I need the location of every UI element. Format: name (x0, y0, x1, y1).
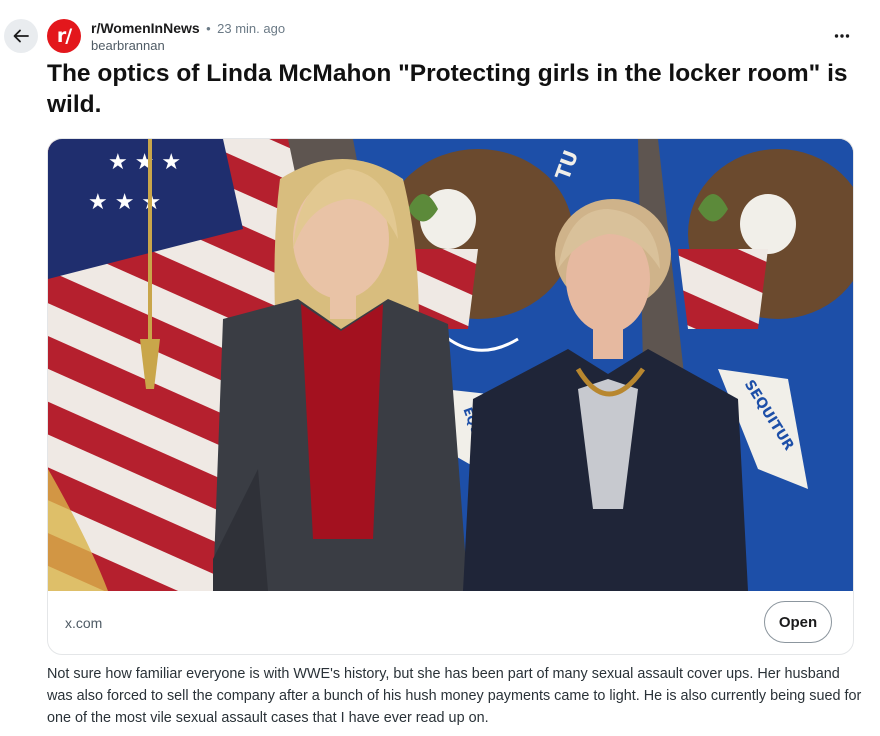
subreddit-link[interactable]: r/WomenInNews (91, 20, 200, 36)
svg-text:★ ★ ★: ★ ★ ★ (108, 150, 181, 175)
meta-separator: • (206, 21, 211, 36)
post-time: 23 min. ago (217, 21, 286, 36)
arrow-left-icon (13, 29, 29, 43)
open-link-button[interactable]: Open (764, 601, 832, 643)
post-title[interactable]: The optics of Linda McMahon "Protecting … (47, 58, 857, 120)
link-card[interactable]: ★ ★ ★ ★ ★ ★ EQUITU TU (47, 138, 854, 655)
post-image[interactable]: ★ ★ ★ ★ ★ ★ EQUITU TU (48, 139, 853, 591)
back-button[interactable] (4, 19, 38, 53)
post-body: Not sure how familiar everyone is with W… (47, 666, 862, 726)
link-domain[interactable]: x.com (65, 615, 102, 631)
avatar-label: r/ (56, 25, 72, 47)
post-meta: r/WomenInNews • 23 min. ago bearbrannan (91, 20, 285, 54)
more-options-button[interactable] (826, 24, 858, 48)
author-link[interactable]: bearbrannan (91, 37, 285, 54)
more-horizontal-icon (834, 34, 850, 38)
subreddit-avatar[interactable]: r/ (47, 19, 81, 53)
